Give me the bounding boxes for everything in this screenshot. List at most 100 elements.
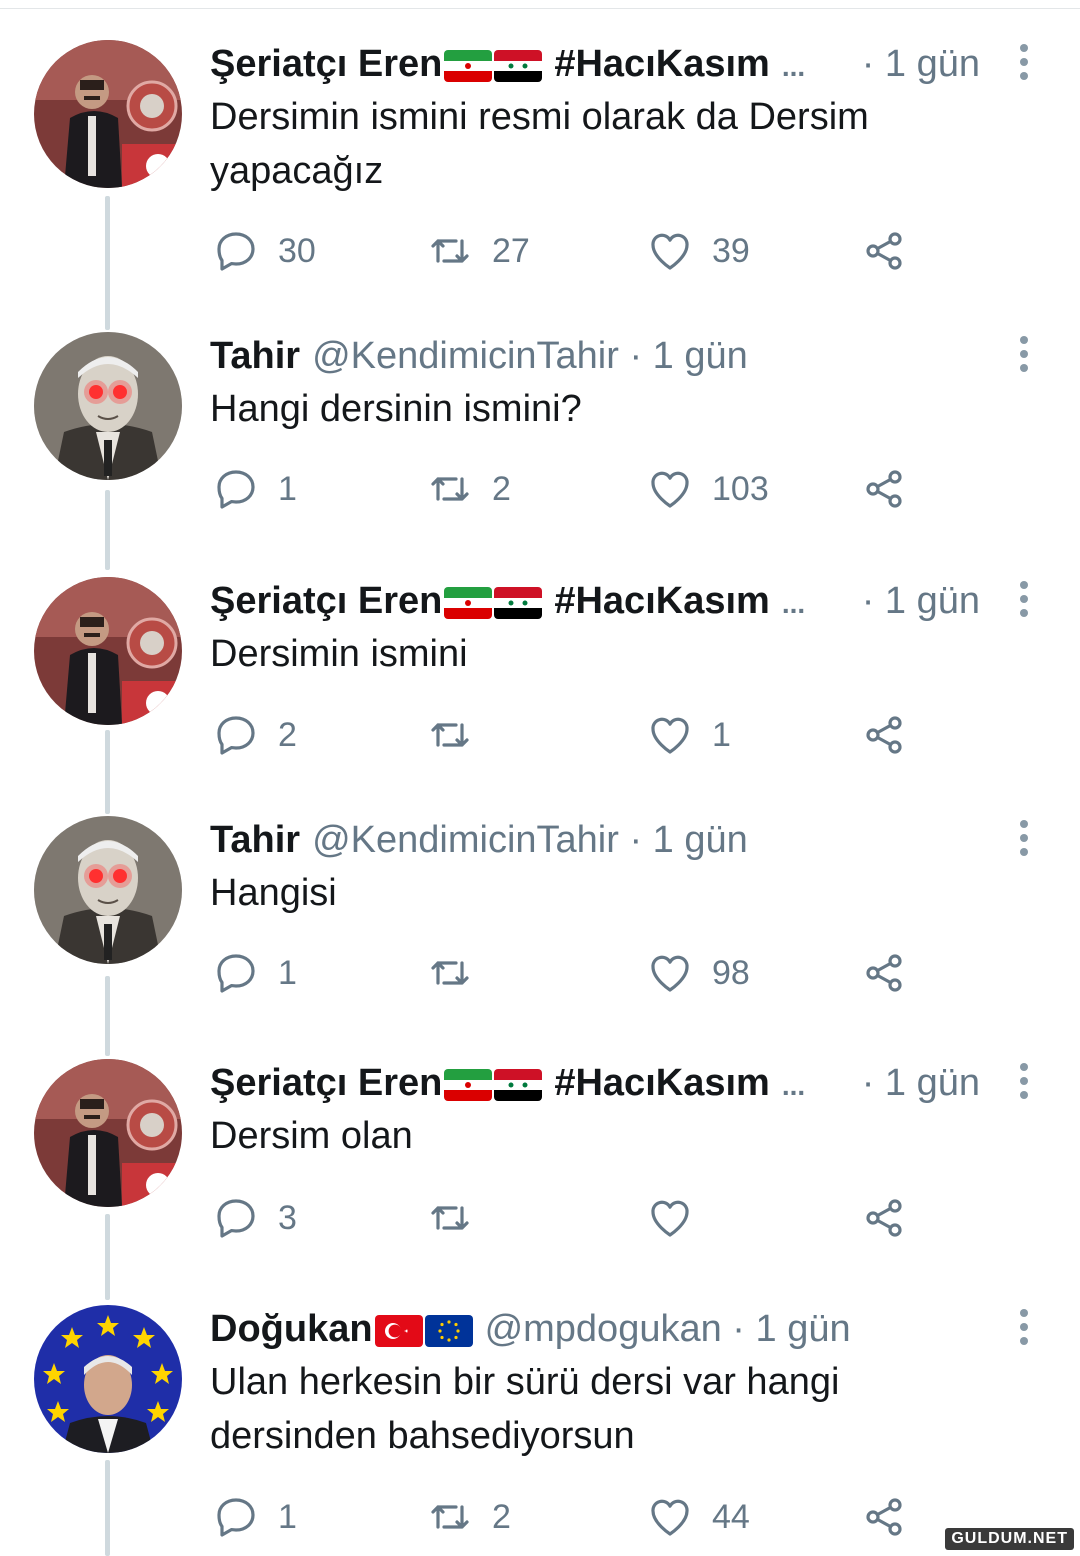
display-name[interactable]: Tahir xyxy=(210,819,300,861)
hashtag[interactable]: #HacıKasım xyxy=(554,43,769,85)
user-handle[interactable]: @KendimicinTahir xyxy=(312,819,619,861)
heart-icon xyxy=(651,1499,689,1536)
more-vertical-icon[interactable] xyxy=(1017,1063,1031,1103)
avatar[interactable] xyxy=(34,1305,182,1453)
reply-icon xyxy=(217,716,255,755)
reply-button[interactable]: 1 xyxy=(212,948,297,998)
heart-icon xyxy=(651,1200,689,1237)
thread-line xyxy=(105,1214,110,1300)
retweet-icon xyxy=(431,239,469,263)
eu-flag-icon xyxy=(424,1314,473,1347)
more-vertical-icon[interactable] xyxy=(1017,336,1031,376)
avatar[interactable] xyxy=(34,1059,182,1207)
retweet-count: 27 xyxy=(492,231,530,270)
avatar[interactable] xyxy=(34,332,182,480)
like-button[interactable] xyxy=(646,1193,712,1243)
tweet-header: Şeriatçı Eren #HacıKasım... xyxy=(210,1059,970,1107)
reply-button[interactable]: 30 xyxy=(212,226,316,276)
tweet-header: Doğukan @mpdogukan · 1 gün xyxy=(210,1305,970,1353)
display-name[interactable]: Doğukan xyxy=(210,1308,373,1350)
turkey-flag-icon xyxy=(374,1314,423,1347)
reply-count: 30 xyxy=(278,231,316,270)
tweet-text: Dersim olan xyxy=(210,1115,413,1157)
truncation-ellipsis: ... xyxy=(781,588,806,619)
more-vertical-icon[interactable] xyxy=(1017,581,1031,621)
display-name[interactable]: Şeriatçı Eren xyxy=(210,1062,442,1104)
timestamp[interactable]: · 1 gün xyxy=(862,40,980,88)
retweet-button[interactable]: 2 xyxy=(426,1492,511,1542)
iran-flag-icon xyxy=(444,586,493,619)
avatar[interactable] xyxy=(34,40,182,188)
more-vertical-icon[interactable] xyxy=(1017,1309,1031,1349)
action-bar: 1 98 xyxy=(210,948,930,998)
action-bar: 1 2 44 xyxy=(210,1492,930,1542)
reply-button[interactable]: 2 xyxy=(212,710,297,760)
like-count: 39 xyxy=(712,231,750,270)
reply-icon xyxy=(217,954,255,993)
retweet-button[interactable]: 2 xyxy=(426,464,511,514)
share-icon xyxy=(866,1199,902,1237)
hashtag[interactable]: #HacıKasım xyxy=(554,580,769,622)
retweet-icon xyxy=(431,961,469,985)
syria-flag-icon xyxy=(494,49,543,82)
retweet-icon xyxy=(431,1206,469,1230)
retweet-button[interactable]: 27 xyxy=(426,226,530,276)
like-count: 103 xyxy=(712,469,769,508)
share-button[interactable] xyxy=(860,948,908,998)
display-name[interactable]: Şeriatçı Eren xyxy=(210,43,442,85)
tweet-text: Dersimin ismini xyxy=(210,633,468,675)
reply-count: 1 xyxy=(278,469,297,508)
like-button[interactable]: 1 xyxy=(646,710,731,760)
like-button[interactable]: 44 xyxy=(646,1492,750,1542)
share-button[interactable] xyxy=(860,1492,908,1542)
action-bar: 3 xyxy=(210,1193,930,1243)
reply-button[interactable]: 1 xyxy=(212,464,297,514)
user-handle[interactable]: @mpdogukan xyxy=(485,1308,722,1350)
reply-icon xyxy=(217,1199,255,1238)
top-divider xyxy=(0,8,1080,9)
retweet-button[interactable] xyxy=(426,1193,492,1243)
like-button[interactable]: 39 xyxy=(646,226,750,276)
user-handle[interactable]: @KendimicinTahir xyxy=(312,335,619,377)
share-icon xyxy=(866,232,902,270)
reply-count: 2 xyxy=(278,715,297,754)
hashtag[interactable]: #HacıKasım xyxy=(554,1062,769,1104)
truncation-ellipsis: ... xyxy=(781,51,806,82)
timestamp[interactable]: · 1 gün xyxy=(862,1059,980,1107)
share-icon xyxy=(866,1498,902,1536)
like-count: 98 xyxy=(712,953,750,992)
avatar[interactable] xyxy=(34,577,182,725)
action-bar: 2 1 xyxy=(210,710,930,760)
retweet-button[interactable] xyxy=(426,948,492,998)
more-vertical-icon[interactable] xyxy=(1017,820,1031,860)
reply-button[interactable]: 3 xyxy=(212,1193,297,1243)
timestamp[interactable]: · 1 gün xyxy=(629,335,747,377)
reply-button[interactable]: 1 xyxy=(212,1492,297,1542)
like-button[interactable]: 103 xyxy=(646,464,769,514)
tweet-text: Hangi dersinin ismini? xyxy=(210,388,582,430)
share-button[interactable] xyxy=(860,710,908,760)
reply-count: 3 xyxy=(278,1198,297,1237)
more-vertical-icon[interactable] xyxy=(1017,44,1031,84)
retweet-button[interactable] xyxy=(426,710,492,760)
tweet-header: Şeriatçı Eren #HacıKasım... xyxy=(210,577,970,625)
share-button[interactable] xyxy=(860,226,908,276)
tweet-text: Ulan herkesin bir sürü dersi var hangi d… xyxy=(210,1361,840,1457)
like-button[interactable]: 98 xyxy=(646,948,750,998)
share-icon xyxy=(866,470,902,508)
like-count: 1 xyxy=(712,715,731,754)
reply-icon xyxy=(217,1498,255,1537)
truncation-ellipsis: ... xyxy=(781,1070,806,1101)
share-button[interactable] xyxy=(860,1193,908,1243)
tweet-header: Şeriatçı Eren #HacıKasım... xyxy=(210,40,970,88)
avatar[interactable] xyxy=(34,816,182,964)
timestamp[interactable]: · 1 gün xyxy=(732,1308,850,1350)
display-name[interactable]: Şeriatçı Eren xyxy=(210,580,442,622)
display-name[interactable]: Tahir xyxy=(210,335,300,377)
watermark: GULDUM.NET xyxy=(945,1528,1074,1550)
share-button[interactable] xyxy=(860,464,908,514)
timestamp[interactable]: · 1 gün xyxy=(862,577,980,625)
heart-icon xyxy=(651,717,689,754)
iran-flag-icon xyxy=(444,1068,493,1101)
timestamp[interactable]: · 1 gün xyxy=(629,819,747,861)
